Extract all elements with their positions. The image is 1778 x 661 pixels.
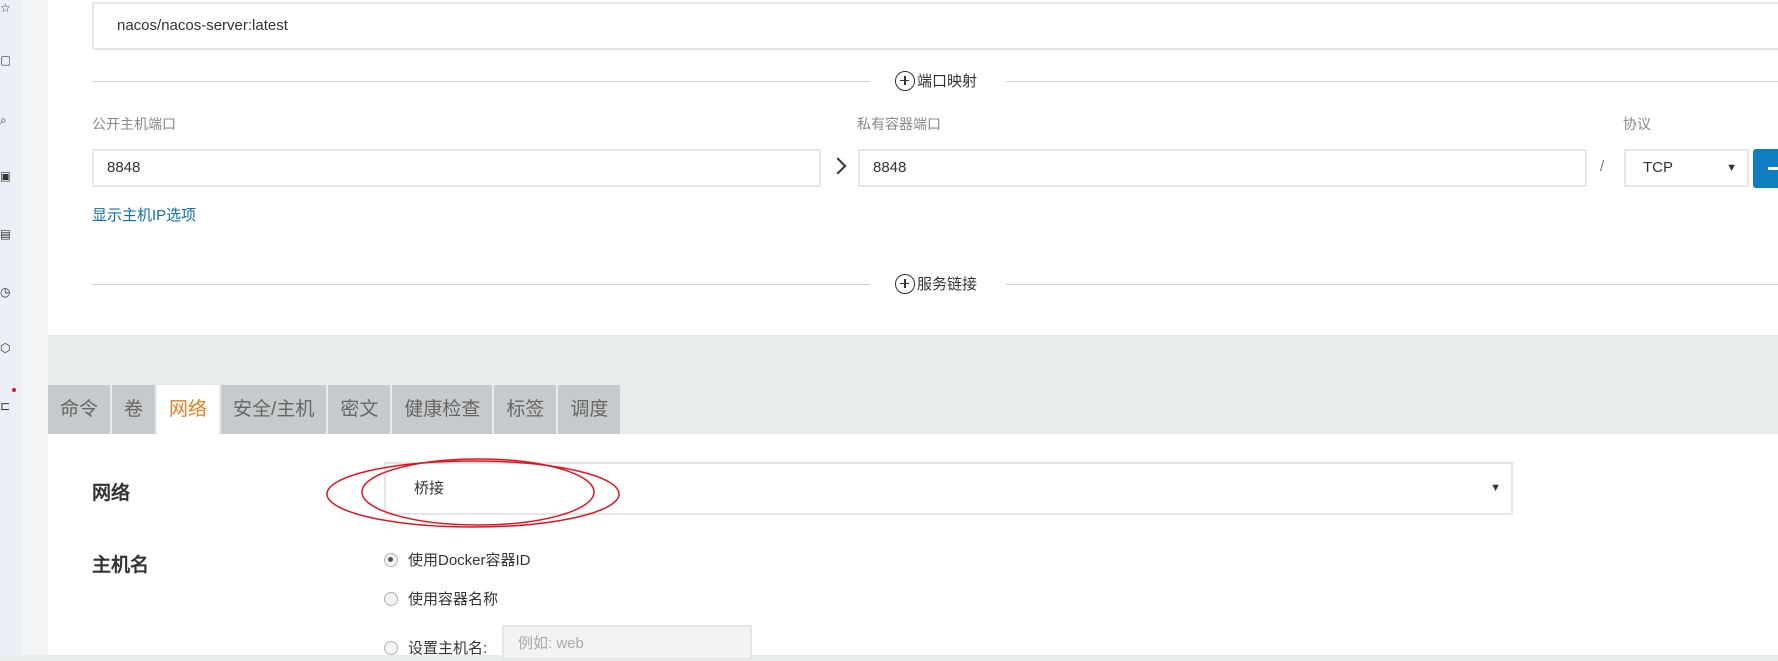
square-icon[interactable]: ▢ — [0, 52, 10, 68]
protocol-label: 协议 — [1623, 116, 1651, 132]
plus-circle-icon — [895, 273, 915, 294]
tab-network[interactable]: 网络 — [157, 385, 220, 434]
port-separator: / — [1600, 158, 1605, 175]
service-links-title: 服务链接 — [917, 276, 978, 293]
tab-labels[interactable]: 标签 — [494, 385, 557, 434]
divider — [1006, 284, 1778, 285]
add-port-button[interactable] — [1753, 149, 1778, 188]
tab-secrets[interactable]: 密文 — [328, 385, 391, 434]
tab-volumes[interactable]: 卷 — [112, 385, 156, 434]
port-mapping-title: 端口映射 — [917, 73, 978, 90]
port-mapping-add-button[interactable]: 端口映射 — [889, 70, 984, 91]
divider — [92, 284, 870, 285]
hostname-option-container-id[interactable]: 使用Docker容器ID — [384, 549, 531, 570]
tab-scheduling[interactable]: 调度 — [558, 385, 621, 434]
service-links-add-button[interactable]: 服务链接 — [889, 273, 984, 294]
network-select[interactable]: 桥接 ▼ — [384, 462, 1513, 515]
radio-label: 使用Docker容器ID — [408, 552, 531, 569]
network-value: 桥接 — [414, 480, 445, 497]
tab-command[interactable]: 命令 — [48, 385, 111, 434]
radio-button[interactable] — [384, 552, 398, 567]
image-input[interactable]: nacos/nacos-server:latest — [92, 2, 1778, 50]
notification-dot — [12, 388, 16, 392]
show-host-ip-link[interactable]: 显示主机IP选项 — [92, 204, 196, 225]
plus-circle-icon — [895, 70, 915, 91]
radio-label: 使用容器名称 — [408, 591, 499, 608]
calendar-icon[interactable]: ▣ — [0, 168, 10, 184]
divider — [92, 81, 870, 82]
hostname-option-container-name[interactable]: 使用容器名称 — [384, 588, 498, 609]
hostname-label: 主机名 — [92, 555, 150, 576]
sidebar-strip — [22, 0, 48, 655]
dropdown-arrow-icon: ▼ — [1490, 482, 1501, 494]
config-tabs: 命令 卷 网络 安全/主机 密文 健康检查 标签 调度 — [48, 385, 622, 434]
clock-icon[interactable]: ◷ — [0, 284, 10, 300]
protocol-select[interactable]: TCP ▼ — [1624, 149, 1749, 187]
tab-security-host[interactable]: 安全/主机 — [221, 385, 327, 434]
file-icon[interactable]: ▤ — [0, 226, 10, 242]
dropdown-arrow-icon: ▼ — [1726, 162, 1737, 174]
divider — [1006, 81, 1778, 82]
left-icon-bar: ☆ ▢ ⌕ ▣ ▤ ◷ ⬡ ⊏ — [0, 0, 22, 655]
public-port-label: 公开主机端口 — [92, 116, 176, 132]
private-port-label: 私有容器端口 — [857, 116, 941, 132]
radio-button[interactable] — [384, 640, 398, 655]
search-icon[interactable]: ⌕ — [0, 112, 10, 128]
public-port-input[interactable]: 8848 — [92, 149, 821, 187]
radio-button[interactable] — [384, 591, 398, 606]
protocol-value: TCP — [1643, 159, 1673, 176]
star-icon[interactable]: ☆ — [0, 0, 10, 16]
network-label: 网络 — [92, 483, 131, 504]
tab-health-check[interactable]: 健康检查 — [392, 385, 493, 434]
private-port-input[interactable]: 8848 — [858, 149, 1587, 187]
tag-icon[interactable]: ⬡ — [0, 340, 10, 356]
cart-icon[interactable]: ⊏ — [0, 398, 10, 414]
